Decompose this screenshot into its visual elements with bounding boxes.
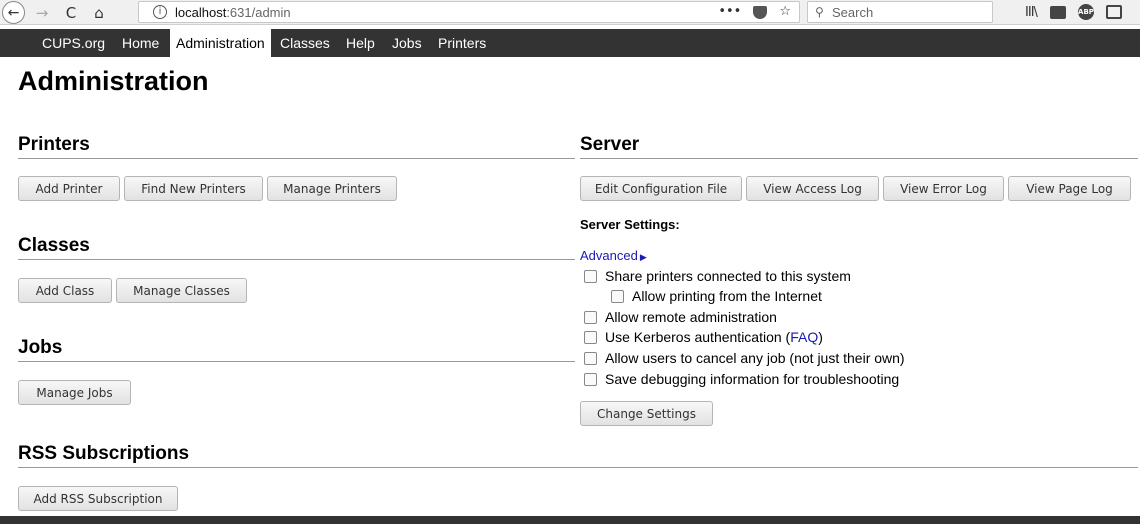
kerberos-label[interactable]: Use Kerberos authentication (FAQ) bbox=[605, 329, 823, 345]
library-icon[interactable]: III\ bbox=[1022, 4, 1040, 20]
search-placeholder: Search bbox=[832, 5, 874, 20]
adblock-icon[interactable]: ABP bbox=[1078, 4, 1094, 20]
search-icon: ⚲ bbox=[815, 5, 824, 19]
home-icon[interactable]: ⌂ bbox=[88, 0, 110, 25]
advanced-link[interactable]: Advanced ▶ bbox=[580, 248, 647, 263]
cancel-any-job-label[interactable]: Allow users to cancel any job (not just … bbox=[605, 350, 905, 366]
rss-heading: RSS Subscriptions bbox=[18, 443, 1138, 468]
url-path: :631/admin bbox=[226, 5, 291, 20]
pocket-icon[interactable] bbox=[753, 6, 768, 19]
share-printers-checkbox[interactable] bbox=[584, 269, 597, 283]
change-settings-button[interactable]: Change Settings bbox=[580, 401, 713, 426]
remote-admin-checkbox[interactable] bbox=[584, 310, 597, 324]
server-settings-label: Server Settings: bbox=[580, 217, 680, 232]
server-heading: Server bbox=[580, 134, 1138, 159]
forward-arrow-icon[interactable]: → bbox=[32, 0, 52, 25]
allow-internet-printing-label[interactable]: Allow printing from the Internet bbox=[632, 288, 822, 304]
bottom-edge bbox=[0, 516, 1140, 524]
kerberos-checkbox[interactable] bbox=[584, 330, 597, 344]
bookmark-star-icon[interactable]: ☆ bbox=[779, 4, 791, 19]
nav-home[interactable]: Home bbox=[116, 29, 165, 57]
cancel-any-job-checkbox[interactable] bbox=[584, 351, 597, 365]
view-page-log-button[interactable]: View Page Log bbox=[1008, 176, 1131, 201]
page-actions-icon[interactable]: ••• bbox=[718, 4, 741, 19]
manage-classes-button[interactable]: Manage Classes bbox=[116, 278, 247, 303]
nav-classes[interactable]: Classes bbox=[274, 29, 336, 57]
edit-configuration-file-button[interactable]: Edit Configuration File bbox=[580, 176, 742, 201]
find-new-printers-button[interactable]: Find New Printers bbox=[124, 176, 263, 201]
classes-heading: Classes bbox=[18, 235, 575, 260]
faq-link[interactable]: FAQ bbox=[790, 329, 818, 345]
debug-logging-checkbox[interactable] bbox=[584, 372, 597, 386]
view-error-log-button[interactable]: View Error Log bbox=[883, 176, 1004, 201]
kerberos-label-text[interactable]: Use Kerberos authentication ( bbox=[605, 329, 790, 345]
printers-heading: Printers bbox=[18, 134, 575, 159]
nav-printers[interactable]: Printers bbox=[432, 29, 492, 57]
page-title: Administration bbox=[18, 66, 209, 96]
add-rss-subscription-button[interactable]: Add RSS Subscription bbox=[18, 486, 178, 511]
nav-administration[interactable]: Administration bbox=[170, 29, 271, 57]
nav-help[interactable]: Help bbox=[340, 29, 381, 57]
sidebar-icon[interactable] bbox=[1050, 6, 1066, 19]
url-actions: ••• ☆ bbox=[718, 4, 791, 19]
kerberos-label-suffix: ) bbox=[818, 329, 823, 345]
allow-internet-printing-checkbox[interactable] bbox=[611, 289, 624, 303]
url-host: localhost bbox=[175, 5, 227, 20]
kerberos-option[interactable]: Use Kerberos authentication (FAQ) bbox=[584, 328, 823, 346]
reader-view-icon[interactable] bbox=[1106, 5, 1122, 19]
debug-logging-label[interactable]: Save debugging information for troublesh… bbox=[605, 371, 899, 387]
reload-icon[interactable]: C bbox=[60, 0, 82, 25]
cancel-any-job-option[interactable]: Allow users to cancel any job (not just … bbox=[584, 349, 905, 367]
nav-jobs[interactable]: Jobs bbox=[386, 29, 428, 57]
url-text[interactable]: localhost:631/admin bbox=[175, 5, 291, 20]
browser-toolbar: ← → C ⌂ i localhost:631/admin ••• ☆ ⚲ Se… bbox=[0, 0, 1140, 25]
remote-admin-label[interactable]: Allow remote administration bbox=[605, 309, 777, 325]
add-class-button[interactable]: Add Class bbox=[18, 278, 112, 303]
info-icon[interactable]: i bbox=[153, 5, 167, 19]
expand-triangle-icon[interactable]: ▶ bbox=[640, 252, 647, 262]
manage-printers-button[interactable]: Manage Printers bbox=[267, 176, 397, 201]
remote-admin-option[interactable]: Allow remote administration bbox=[584, 308, 777, 326]
jobs-heading: Jobs bbox=[18, 337, 575, 362]
add-printer-button[interactable]: Add Printer bbox=[18, 176, 120, 201]
debug-logging-option[interactable]: Save debugging information for troublesh… bbox=[584, 370, 899, 388]
manage-jobs-button[interactable]: Manage Jobs bbox=[18, 380, 131, 405]
allow-internet-printing-option[interactable]: Allow printing from the Internet bbox=[611, 287, 822, 305]
search-input[interactable]: ⚲ Search bbox=[807, 1, 993, 23]
back-arrow-icon[interactable]: ← bbox=[2, 1, 25, 24]
advanced-label[interactable]: Advanced bbox=[580, 248, 638, 263]
share-printers-label[interactable]: Share printers connected to this system bbox=[605, 268, 851, 284]
view-access-log-button[interactable]: View Access Log bbox=[746, 176, 879, 201]
address-bar[interactable]: i localhost:631/admin ••• ☆ bbox=[138, 1, 800, 23]
nav-cups-org[interactable]: CUPS.org bbox=[36, 29, 111, 57]
cups-nav-bar: CUPS.org Home Administration Classes Hel… bbox=[0, 29, 1140, 57]
share-printers-option[interactable]: Share printers connected to this system bbox=[584, 267, 851, 285]
